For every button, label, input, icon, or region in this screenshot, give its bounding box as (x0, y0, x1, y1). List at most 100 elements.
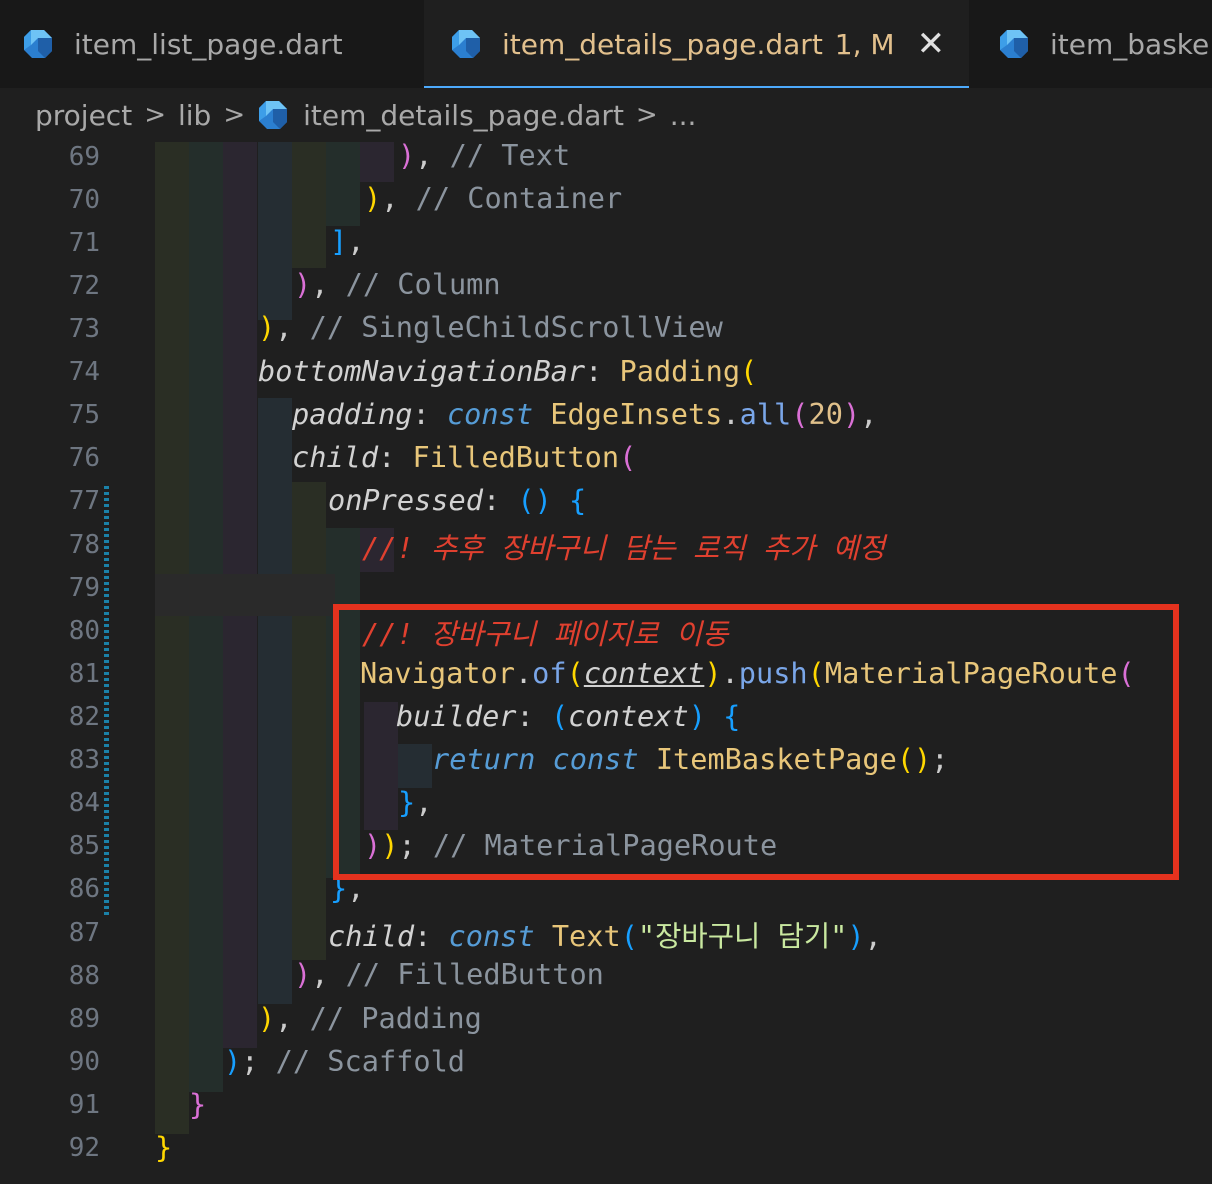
code-editor[interactable]: 69 70 71 72 73 74 75 76 77 78 79 80 81 8… (0, 142, 1212, 1184)
token-class: Navigator (360, 656, 515, 690)
token-comment: // Scaffold (275, 1044, 466, 1078)
code-line: child: const Text("장바구니 담기"), (328, 914, 882, 955)
token-punct: () (517, 483, 552, 517)
line-number: 70 (68, 185, 100, 215)
token-property: child (328, 919, 415, 953)
token-class: Padding (619, 354, 741, 388)
token-class: Text (551, 919, 621, 953)
token-punct: , (864, 919, 882, 953)
breadcrumb-item-project[interactable]: project (35, 99, 132, 132)
code-line: )); // MaterialPageRoute (364, 828, 777, 862)
token-punct: , (415, 785, 433, 819)
token-punct: ; (931, 742, 949, 776)
line-number: 71 (68, 228, 100, 258)
token-argument: context (568, 699, 689, 733)
indent-guide (398, 744, 432, 788)
code-line: padding: const EdgeInsets.all(20), (292, 397, 877, 431)
tab-label: item_list_page.dart (74, 27, 343, 61)
tab-item-list-page[interactable]: item_list_page.dart (22, 0, 343, 88)
editor-tab-bar: item_list_page.dart item_details_page.da… (0, 0, 1212, 88)
token-punct: , (415, 142, 433, 172)
line-number: 75 (68, 400, 100, 430)
line-number: 87 (68, 918, 100, 948)
line-number: 77 (68, 486, 100, 516)
close-icon[interactable]: ✕ (917, 27, 946, 61)
token-punct: ) (842, 397, 861, 431)
token-method: of (532, 656, 567, 690)
line-number: 86 (68, 874, 100, 904)
code-line: //! 장바구니 페이지로 이동 (362, 612, 728, 653)
dart-icon (257, 99, 289, 131)
line-number: 82 (68, 702, 100, 732)
tab-status-badge: 1, M (834, 27, 895, 61)
token-punct: ( (791, 397, 809, 431)
token-punct: ( (550, 699, 569, 733)
tab-item-basket-page[interactable]: item_baske (998, 0, 1209, 88)
token-punct: } (398, 785, 416, 819)
token-punct: } (330, 871, 348, 905)
code-line: ), // Text (398, 142, 570, 172)
indent-guide (155, 142, 189, 1134)
breadcrumb: project > lib > item_details_page.dart >… (0, 88, 1212, 142)
tab-label: item_baske (1050, 27, 1210, 61)
token-punct: , (860, 397, 878, 431)
token-todo-comment: //! 장바구니 페이지로 이동 (362, 617, 729, 651)
token-punct: ( (620, 919, 638, 953)
code-line: } (189, 1087, 206, 1121)
token-punct: ( (619, 440, 637, 474)
indent-guide (258, 142, 292, 320)
token-punct: ; (241, 1044, 259, 1078)
indent-guide (292, 482, 326, 960)
token-punct: ) (398, 142, 416, 172)
tab-item-details-page[interactable]: item_details_page.dart 1, M ✕ (424, 0, 969, 88)
indent-guide (360, 142, 394, 182)
token-punct: ) (381, 828, 399, 862)
token-punct: ( (566, 656, 584, 690)
breadcrumb-item-file[interactable]: item_details_page.dart (303, 99, 624, 132)
line-number: 80 (68, 616, 100, 646)
line-number: 79 (68, 573, 100, 603)
line-number: 92 (68, 1133, 100, 1163)
code-line: ), // FilledButton (294, 957, 604, 991)
token-punct: ) (294, 267, 312, 301)
token-punct: : (516, 699, 534, 733)
line-number: 91 (68, 1090, 100, 1120)
token-punct: . (721, 656, 739, 690)
token-property: builder (396, 699, 517, 733)
token-punct: ; (398, 828, 416, 862)
token-todo-comment: //! 추후 장바구니 담는 로직 추가 예정 (362, 531, 886, 565)
chevron-right-icon: > (635, 100, 658, 130)
token-class: ItemBasketPage (655, 742, 897, 776)
token-punct: } (155, 1130, 173, 1164)
line-number: 76 (68, 443, 100, 473)
line-number: 88 (68, 961, 100, 991)
code-line: ), // Column (294, 267, 501, 301)
token-punct: : (412, 397, 430, 431)
token-punct: () (896, 742, 932, 776)
token-punct: : (414, 919, 432, 953)
token-comment: // FilledButton (345, 957, 604, 991)
token-punct: { (569, 483, 587, 517)
current-line-highlight (155, 574, 335, 616)
breadcrumb-item-lib[interactable]: lib (178, 99, 211, 132)
code-line: builder: (context) { (396, 699, 740, 733)
token-punct: , (347, 224, 365, 258)
token-comment: // Text (449, 142, 571, 172)
token-punct: . (514, 656, 533, 690)
breadcrumb-item-symbol[interactable]: ... (670, 99, 697, 132)
line-number: 72 (68, 271, 100, 301)
indent-guide (292, 142, 326, 268)
token-method: all (739, 397, 792, 431)
code-line: ], (330, 224, 364, 258)
token-method: push (738, 656, 808, 690)
token-punct: , (381, 181, 399, 215)
token-keyword: const (448, 919, 535, 953)
code-line: //! 추후 장바구니 담는 로직 추가 예정 (362, 526, 885, 567)
token-comment: // Column (345, 267, 501, 301)
token-punct: : (585, 354, 603, 388)
code-line: ), // Padding (258, 1001, 482, 1035)
dart-icon (998, 28, 1030, 60)
tab-label: item_details_page.dart (502, 27, 823, 61)
token-punct: : (482, 483, 501, 517)
token-punct: ) (258, 1001, 276, 1035)
